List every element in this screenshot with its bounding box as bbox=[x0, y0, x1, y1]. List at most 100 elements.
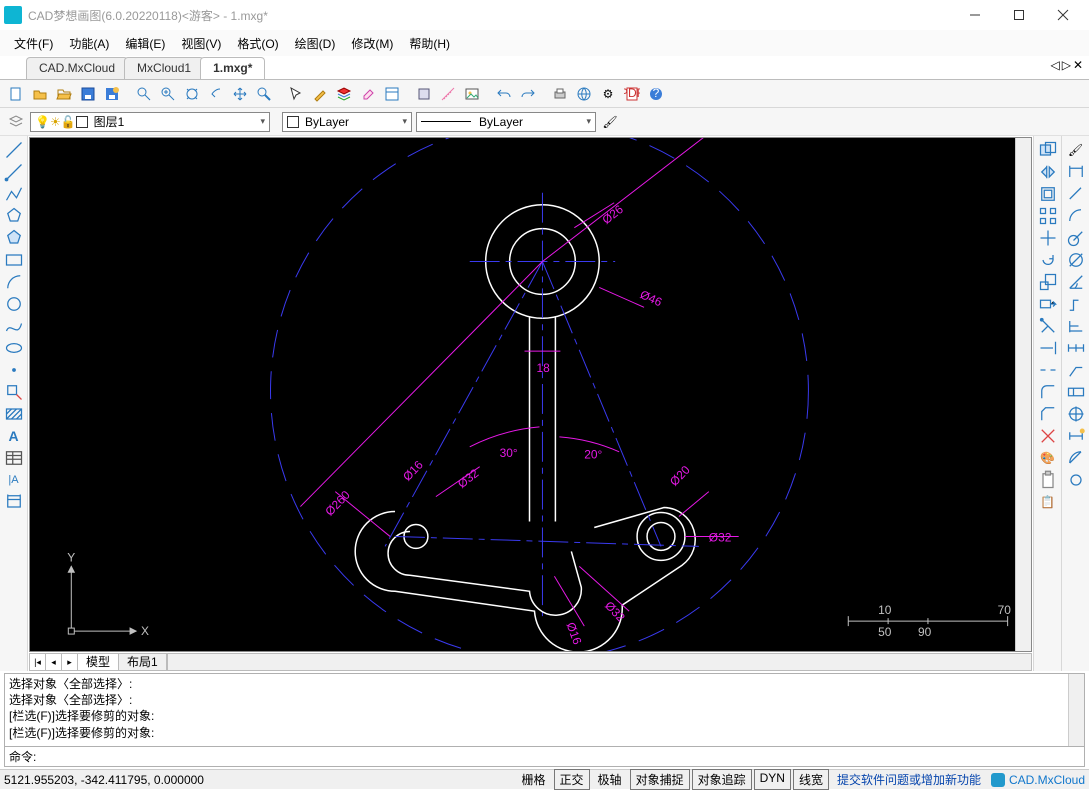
fillet-icon[interactable] bbox=[1038, 382, 1058, 402]
line-icon[interactable] bbox=[4, 140, 24, 160]
leader-icon[interactable] bbox=[1066, 360, 1086, 380]
new-icon[interactable] bbox=[6, 84, 26, 104]
ellipse-icon[interactable] bbox=[4, 338, 24, 358]
pdf-icon[interactable]: PDF bbox=[622, 84, 642, 104]
mirror-icon[interactable] bbox=[1038, 162, 1058, 182]
layers-icon[interactable] bbox=[334, 84, 354, 104]
menu-draw[interactable]: 绘图(D) bbox=[287, 31, 344, 56]
menu-view[interactable]: 视图(V) bbox=[173, 31, 229, 56]
toggle-grid[interactable]: 栅格 bbox=[516, 769, 552, 790]
arc-icon[interactable] bbox=[4, 272, 24, 292]
sheet-next-icon[interactable]: ▸ bbox=[62, 654, 78, 670]
edit-icon[interactable] bbox=[310, 84, 330, 104]
sheet-tab-model[interactable]: 模型 bbox=[78, 654, 119, 670]
scale-icon[interactable] bbox=[1038, 272, 1058, 292]
tab-next-icon[interactable]: ▷ bbox=[1062, 58, 1071, 72]
move-icon[interactable] bbox=[1038, 228, 1058, 248]
insert-block-icon[interactable] bbox=[4, 382, 24, 402]
hatch-icon[interactable] bbox=[4, 404, 24, 424]
open-folder-icon[interactable] bbox=[54, 84, 74, 104]
block-icon[interactable] bbox=[414, 84, 434, 104]
saveas-icon[interactable] bbox=[102, 84, 122, 104]
tab-close-icon[interactable]: ✕ bbox=[1073, 58, 1083, 72]
table-icon[interactable] bbox=[4, 448, 24, 468]
sheet-first-icon[interactable]: |◂ bbox=[30, 654, 46, 670]
dim-radius-icon[interactable] bbox=[1066, 228, 1086, 248]
copy-icon[interactable] bbox=[1038, 140, 1058, 160]
dim-baseline-icon[interactable] bbox=[1066, 316, 1086, 336]
toggle-ortho[interactable]: 正交 bbox=[554, 769, 590, 790]
rotate-icon[interactable] bbox=[1038, 250, 1058, 270]
break-icon[interactable] bbox=[1038, 360, 1058, 380]
matchprop-icon[interactable]: 🖌 bbox=[1066, 140, 1086, 160]
undo-icon[interactable] bbox=[494, 84, 514, 104]
tab-1-mxg[interactable]: 1.mxg* bbox=[200, 57, 265, 79]
stretch-icon[interactable] bbox=[1038, 294, 1058, 314]
toggle-lineweight[interactable]: 线宽 bbox=[793, 769, 829, 790]
menu-modify[interactable]: 修改(M) bbox=[343, 31, 401, 56]
sheet-tab-layout1[interactable]: 布局1 bbox=[119, 654, 167, 670]
properties-icon[interactable] bbox=[382, 84, 402, 104]
sheet-prev-icon[interactable]: ◂ bbox=[46, 654, 62, 670]
dim-ordinate-icon[interactable] bbox=[1066, 294, 1086, 314]
horizontal-scrollbar[interactable] bbox=[168, 654, 1031, 670]
dim-style-icon[interactable] bbox=[1066, 448, 1086, 468]
dim-linear-icon[interactable] bbox=[1066, 162, 1086, 182]
zoom-previous-icon[interactable] bbox=[206, 84, 226, 104]
pan-icon[interactable] bbox=[230, 84, 250, 104]
redo-icon[interactable] bbox=[518, 84, 538, 104]
brand-label[interactable]: CAD.MxCloud bbox=[991, 773, 1085, 787]
drawing-canvas[interactable]: Ø260 Ø46 Ø26 18 30° 20° Ø16 Ø32 Ø20 Ø32 … bbox=[29, 137, 1032, 652]
toggle-polar[interactable]: 极轴 bbox=[592, 769, 628, 790]
menu-format[interactable]: 格式(O) bbox=[229, 31, 286, 56]
dim-aligned-icon[interactable] bbox=[1066, 184, 1086, 204]
centermark-icon[interactable] bbox=[1066, 404, 1086, 424]
menu-function[interactable]: 功能(A) bbox=[61, 31, 117, 56]
minimize-button[interactable] bbox=[953, 1, 997, 29]
dim-angular-icon[interactable] bbox=[1066, 272, 1086, 292]
zoom-realtime-icon[interactable] bbox=[254, 84, 274, 104]
ray-icon[interactable] bbox=[4, 162, 24, 182]
chamfer-icon[interactable] bbox=[1038, 404, 1058, 424]
polyline-icon[interactable] bbox=[4, 184, 24, 204]
menu-file[interactable]: 文件(F) bbox=[6, 31, 61, 56]
layer-dropdown[interactable]: 💡☀🔓 图层1 ▾ bbox=[30, 112, 270, 132]
feedback-link[interactable]: 提交软件问题或增加新功能 bbox=[837, 771, 981, 788]
offset-icon[interactable] bbox=[1038, 184, 1058, 204]
menu-help[interactable]: 帮助(H) bbox=[401, 31, 458, 56]
brush-icon[interactable]: 🖌 bbox=[600, 112, 620, 132]
polygon-icon[interactable] bbox=[4, 206, 24, 226]
text-icon[interactable]: A bbox=[4, 426, 24, 446]
open-icon[interactable] bbox=[30, 84, 50, 104]
color-dropdown[interactable]: ByLayer ▾ bbox=[282, 112, 412, 132]
settings-icon[interactable]: ⚙ bbox=[598, 84, 618, 104]
close-button[interactable] bbox=[1041, 1, 1085, 29]
dim-update-icon[interactable] bbox=[1066, 470, 1086, 490]
paste-icon[interactable]: 📋 bbox=[1038, 492, 1058, 512]
spline-icon[interactable] bbox=[4, 316, 24, 336]
menu-edit[interactable]: 编辑(E) bbox=[117, 31, 173, 56]
toggle-otrack[interactable]: 对象追踪 bbox=[692, 769, 752, 790]
save-icon[interactable] bbox=[78, 84, 98, 104]
measure-icon[interactable] bbox=[438, 84, 458, 104]
extend-icon[interactable] bbox=[1038, 338, 1058, 358]
command-history[interactable]: 选择对象〈全部选择〉: 选择对象〈全部选择〉: [栏选(F)]选择要修剪的对象:… bbox=[4, 673, 1085, 747]
zoom-in-icon[interactable] bbox=[158, 84, 178, 104]
command-input[interactable]: 命令: bbox=[4, 747, 1085, 767]
toggle-osnap[interactable]: 对象捕捉 bbox=[630, 769, 690, 790]
tab-cad-mxcloud[interactable]: CAD.MxCloud bbox=[26, 57, 128, 79]
vertical-scrollbar[interactable] bbox=[1015, 138, 1031, 651]
tab-mxcloud1[interactable]: MxCloud1 bbox=[124, 57, 204, 79]
help-icon[interactable]: ? bbox=[646, 84, 666, 104]
eraser-icon[interactable] bbox=[358, 84, 378, 104]
web-icon[interactable] bbox=[574, 84, 594, 104]
trim-icon[interactable] bbox=[1038, 316, 1058, 336]
tab-prev-icon[interactable]: ◁ bbox=[1050, 58, 1059, 72]
dim-edit-icon[interactable] bbox=[1066, 426, 1086, 446]
explode-icon[interactable] bbox=[1038, 426, 1058, 446]
dim-continue-icon[interactable] bbox=[1066, 338, 1086, 358]
tolerance-icon[interactable] bbox=[1066, 382, 1086, 402]
linetype-dropdown[interactable]: ByLayer ▾ bbox=[416, 112, 596, 132]
polygon2-icon[interactable] bbox=[4, 228, 24, 248]
toggle-dyn[interactable]: DYN bbox=[754, 769, 791, 790]
